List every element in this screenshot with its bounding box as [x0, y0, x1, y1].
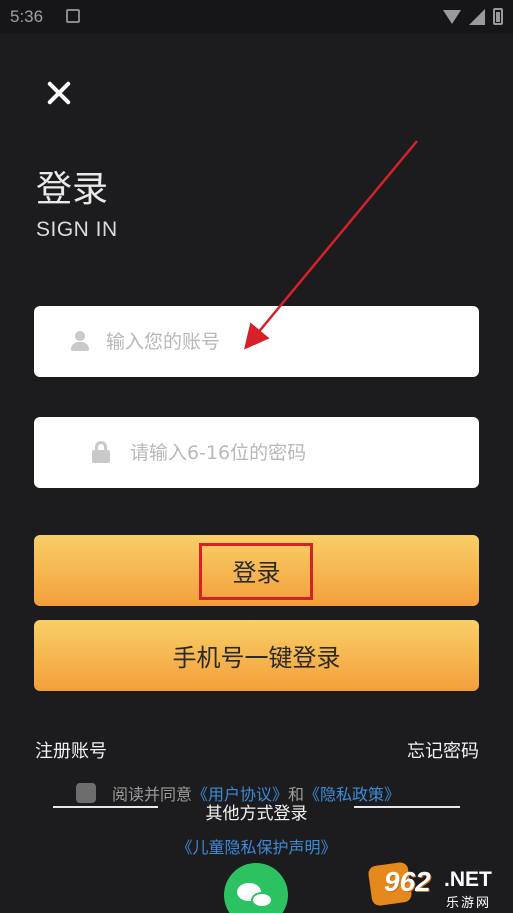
- page-title: 登录: [36, 169, 109, 210]
- password-field[interactable]: [34, 417, 479, 488]
- wechat-login-button[interactable]: [224, 863, 288, 913]
- wifi-icon: [443, 9, 461, 24]
- forgot-password-link[interactable]: 忘记密码: [407, 737, 479, 763]
- watermark-site: 乐游网: [446, 896, 492, 911]
- privacy-policy-link[interactable]: 《隐私政策》: [304, 781, 400, 805]
- account-input[interactable]: [106, 306, 466, 377]
- site-watermark: 962 .NET 乐游网: [367, 861, 513, 913]
- agree-prefix: 阅读并同意: [112, 785, 193, 804]
- phone-login-button-label: 手机号一键登录: [172, 644, 341, 672]
- agree-checkbox[interactable]: [76, 783, 96, 803]
- phone-login-button[interactable]: 手机号一键登录: [34, 620, 479, 691]
- close-button[interactable]: [44, 78, 74, 108]
- user-agreement-link[interactable]: 《用户协议》: [192, 781, 288, 805]
- page-subtitle: SIGN IN: [36, 218, 118, 241]
- notification-icon: [66, 9, 80, 23]
- lock-icon: [92, 441, 110, 463]
- agreement-row: 阅读并同意 《用户协议》 和 《隐私政策》: [76, 781, 400, 805]
- annotation-highlight-box: [199, 543, 313, 600]
- status-bar: 5:36: [0, 0, 513, 34]
- watermark-number: 962: [384, 866, 431, 897]
- battery-icon: [493, 8, 503, 25]
- status-icons: [443, 8, 503, 25]
- user-icon: [70, 331, 90, 353]
- child-privacy-row: 《儿童隐私保护声明》: [0, 834, 513, 858]
- password-input[interactable]: [130, 417, 470, 488]
- child-privacy-link[interactable]: 《儿童隐私保护声明》: [176, 838, 336, 857]
- account-field[interactable]: [34, 306, 479, 377]
- signal-icon: [469, 8, 485, 25]
- agree-and: 和: [288, 785, 305, 804]
- watermark-domain: .NET: [444, 868, 492, 891]
- register-link[interactable]: 注册账号: [35, 737, 107, 763]
- status-time: 5:36: [10, 7, 44, 26]
